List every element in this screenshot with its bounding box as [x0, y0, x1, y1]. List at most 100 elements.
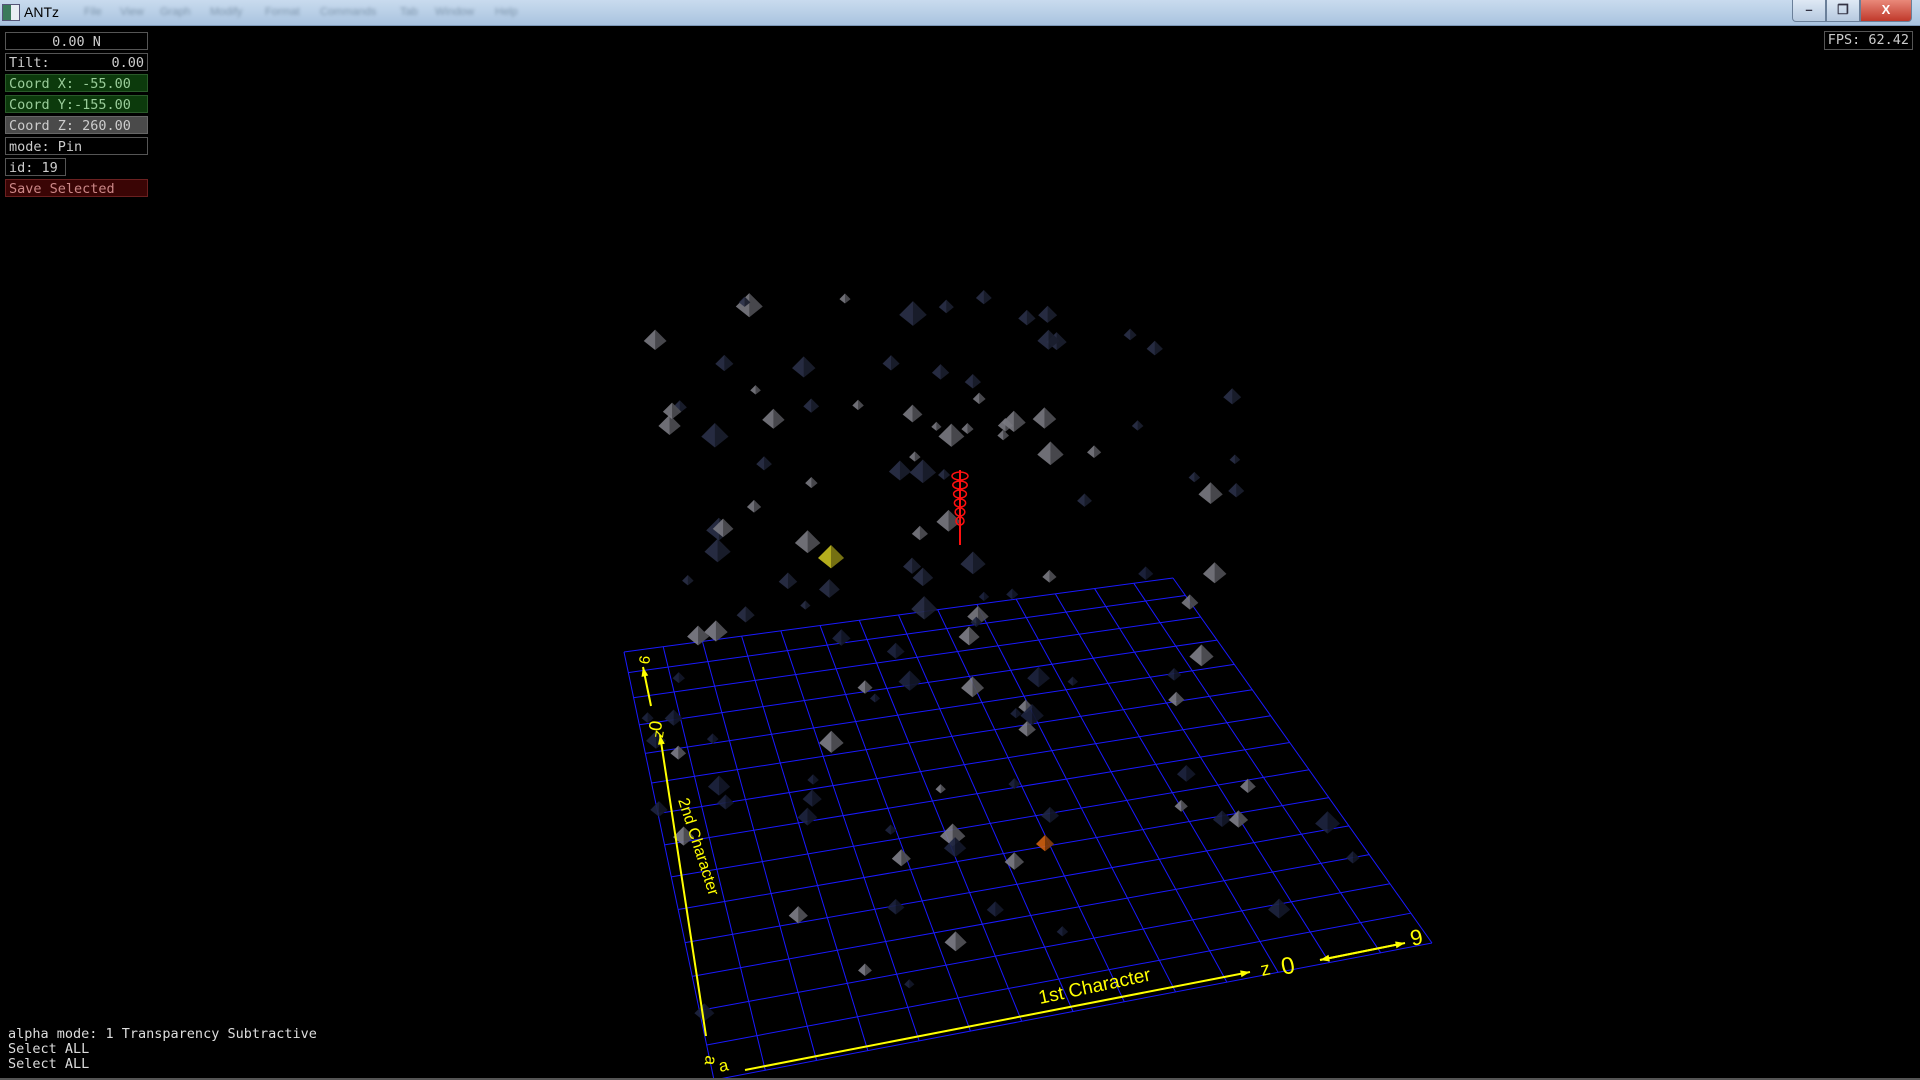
node-pyramid-shade: [1194, 471, 1201, 483]
status-line: alpha mode: 1 Transparency Subtractive: [8, 1026, 317, 1042]
node-pyramid-shade: [1014, 852, 1024, 870]
node-pyramid-shade: [1327, 811, 1341, 834]
grid-line: [1094, 588, 1330, 963]
menu-commands[interactable]: Commands: [320, 6, 376, 18]
grid-line: [651, 689, 1253, 784]
status-line: Select ALL: [8, 1056, 90, 1072]
node-pyramid-shade: [1176, 691, 1185, 707]
node-pyramid-shade: [1072, 676, 1078, 686]
node-pyramid-shade: [1210, 482, 1223, 505]
x-axis-z-label: z: [1259, 958, 1273, 981]
node-pyramid-shade: [807, 807, 818, 826]
menu-modify[interactable]: Modify: [210, 6, 242, 18]
node-pyramid-shade: [1050, 806, 1059, 823]
menu-tab[interactable]: Tab: [400, 6, 418, 18]
node-pyramid-shade: [1145, 566, 1154, 580]
x-axis-zero-label: 0: [1279, 952, 1298, 981]
grid-line: [623, 577, 1174, 653]
tilt-field[interactable]: Tilt: 0.00: [5, 53, 148, 71]
node-pyramid-shade: [812, 789, 822, 807]
menu-format[interactable]: Format: [265, 6, 300, 18]
mode-field[interactable]: mode: Pin: [5, 137, 148, 155]
node-pyramid-shade: [890, 824, 897, 835]
highlight-pyramid-shade: [1045, 835, 1054, 852]
x-axis-9-arrow: [1319, 942, 1406, 961]
menu-view[interactable]: View: [120, 6, 144, 18]
node-pyramid-shade: [1174, 668, 1182, 681]
node-pyramid-shade: [858, 399, 864, 411]
node-pyramid-shade: [811, 476, 818, 489]
node-pyramid-shade: [922, 567, 934, 587]
node-pyramid-shade: [1026, 309, 1036, 326]
node-pyramid-shade: [973, 551, 986, 575]
node-pyramid-shade: [811, 398, 820, 413]
node-pyramid-shade: [658, 801, 668, 817]
node-pyramid-shade: [891, 355, 900, 371]
save-selected-button[interactable]: Save Selected: [5, 179, 148, 197]
node-pyramid-shade: [1044, 407, 1057, 429]
node-pyramid-shade: [1352, 851, 1360, 864]
grid-line: [664, 741, 1290, 846]
node-pyramid-shade: [764, 456, 772, 471]
menu-file[interactable]: File: [84, 6, 102, 18]
node-pyramid-shade: [1137, 420, 1144, 431]
node-pyramid-shade: [813, 774, 819, 785]
node-pyramid-shade: [1094, 445, 1102, 459]
menu-help[interactable]: Help: [495, 6, 518, 18]
minimize-button[interactable]: –: [1792, 0, 1826, 22]
node-pyramid-shade: [807, 530, 821, 554]
node-pyramid-shade: [1049, 569, 1057, 583]
node-pyramid-shade: [983, 591, 990, 601]
node-pyramid-shade: [687, 575, 694, 586]
node-pyramid-shade: [955, 837, 967, 858]
node-pyramid-shade: [1015, 708, 1022, 719]
app-icon: [2, 4, 20, 21]
node-pyramid-shade: [719, 775, 731, 796]
node-pyramid-shade: [936, 421, 942, 431]
node-pyramid-shade: [704, 1003, 715, 1022]
id-field[interactable]: id: 19: [5, 158, 66, 176]
node-pyramid-shade: [1084, 493, 1092, 507]
node-pyramid-shade: [899, 460, 911, 481]
tilt-value: 0.00: [111, 55, 144, 71]
node-pyramid-shade: [717, 538, 731, 563]
node-pyramid-shade: [995, 901, 1004, 917]
node-pyramid-shade: [914, 451, 921, 462]
node-pyramid-shade: [754, 499, 762, 513]
node-pyramid-shade: [922, 459, 936, 484]
restore-button[interactable]: ❐: [1826, 0, 1860, 22]
grid-line: [657, 715, 1271, 815]
node-pyramid-shade: [698, 625, 710, 646]
coord-z-field[interactable]: Coord Z: 260.00: [5, 116, 148, 134]
menu-graph[interactable]: Graph: [160, 6, 191, 18]
node-pyramid-shade: [1222, 810, 1232, 827]
y-axis-arrow: [659, 734, 707, 1037]
node-pyramid-shade: [948, 509, 961, 532]
status-line: Select ALL: [8, 1041, 90, 1057]
grid-line: [1172, 577, 1433, 944]
node-pyramid-shade: [875, 693, 881, 703]
fps-counter: FPS: 62.42: [1823, 31, 1913, 50]
close-button[interactable]: X: [1860, 0, 1912, 22]
node-pyramid-shade: [1130, 328, 1137, 341]
grid-line: [639, 639, 1218, 726]
node-pyramid-shade: [805, 600, 811, 610]
node-pyramid-shade: [895, 642, 905, 659]
node-pyramid-shade: [1013, 410, 1026, 433]
window-title: ANTz: [24, 4, 59, 20]
heading-field[interactable]: 0.00 N: [5, 32, 148, 50]
hud-panel: 0.00 N Tilt: 0.00 Coord X: -55.00 Coord Y…: [5, 32, 148, 200]
coord-y-field[interactable]: Coord Y:-155.00: [5, 95, 148, 113]
grid-line: [1133, 583, 1382, 954]
grid-line: [645, 663, 1235, 754]
node-pyramid-shade: [864, 963, 872, 976]
node-pyramid-shade: [829, 579, 840, 598]
menu-window[interactable]: Window: [435, 6, 474, 18]
node-pyramid-shade: [1050, 441, 1064, 466]
node-pyramid-shade: [1062, 926, 1069, 937]
coord-x-field[interactable]: Coord X: -55.00: [5, 74, 148, 92]
node-pyramid-shade: [755, 385, 761, 395]
node-pyramid-shade: [749, 293, 763, 318]
3d-viewport[interactable]: 1st Character z 092nd Character0z9aa: [0, 0, 1920, 1080]
node-pyramid-shade: [1234, 454, 1241, 465]
